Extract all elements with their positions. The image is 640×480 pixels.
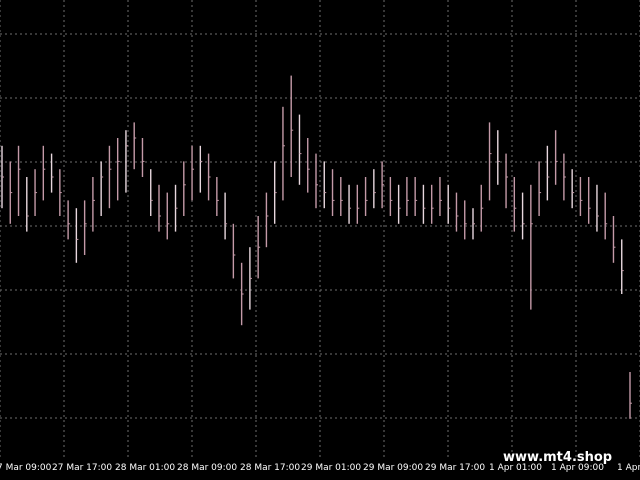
x-tick-label: 29 Mar 01:00 (301, 463, 361, 473)
chart-canvas[interactable]: 7 Mar 09:00 27 Mar 17:00 28 Mar 01:00 28 Ma… (0, 0, 640, 480)
x-tick-label: 29 Mar 17:00 (425, 463, 485, 473)
x-tick-label: 1 Apr 1 (617, 463, 640, 473)
price-chart[interactable]: 7 Mar 09:00 27 Mar 17:00 28 Mar 01:00 28 Ma… (0, 0, 640, 480)
chart-grid (0, 0, 640, 458)
price-bars (1, 75, 632, 419)
x-tick-label: 28 Mar 17:00 (240, 463, 300, 473)
x-tick-label: 29 Mar 09:00 (363, 463, 423, 473)
x-tick-label: 27 Mar 17:00 (52, 463, 112, 473)
x-tick-label: 28 Mar 09:00 (177, 463, 237, 473)
x-tick-label: 28 Mar 01:00 (115, 463, 175, 473)
x-tick-label: 7 Mar 09:00 (0, 463, 52, 473)
watermark-text: www.mt4.shop (503, 450, 612, 465)
